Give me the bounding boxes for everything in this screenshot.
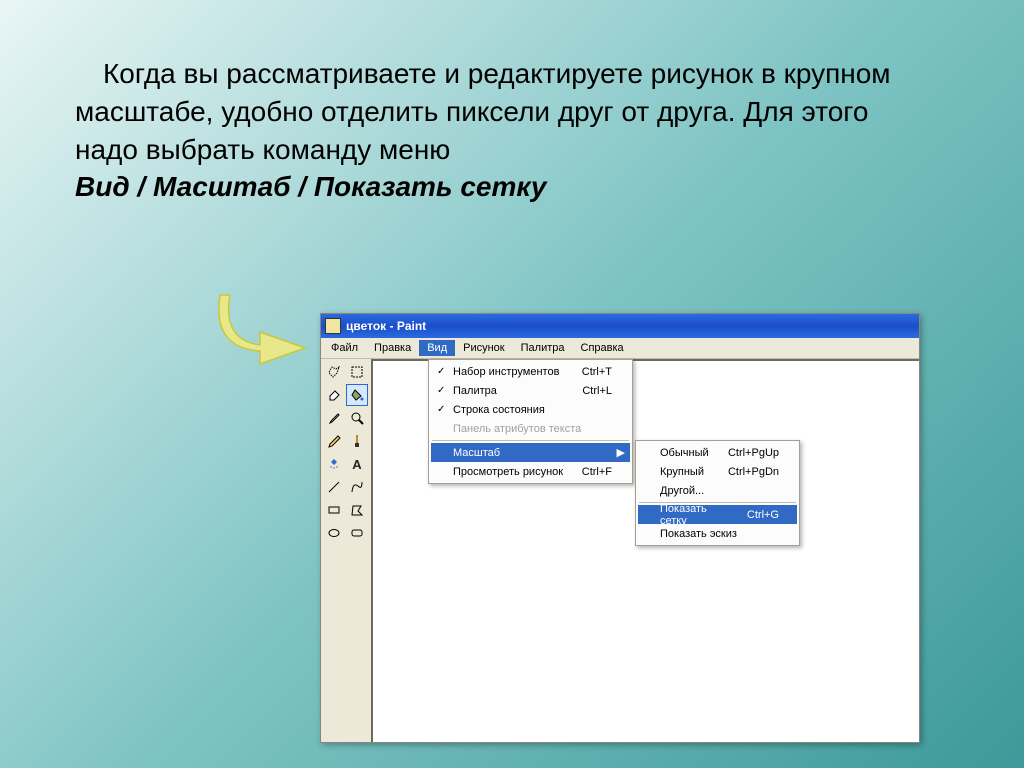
tool-line[interactable] bbox=[323, 476, 345, 498]
tool-eraser[interactable] bbox=[323, 384, 345, 406]
menu-item-zoom-large[interactable]: Крупный Ctrl+PgDn bbox=[638, 462, 797, 481]
menu-item-statusbar[interactable]: ✓ Строка состояния bbox=[431, 400, 630, 419]
menu-item-textattr: Панель атрибутов текста bbox=[431, 419, 630, 438]
menu-item-show-grid[interactable]: Показать сетку Ctrl+G bbox=[638, 505, 797, 524]
tool-airbrush[interactable] bbox=[323, 453, 345, 475]
menu-edit[interactable]: Правка bbox=[366, 340, 419, 356]
menu-help[interactable]: Справка bbox=[573, 340, 632, 356]
check-icon: ✓ bbox=[437, 404, 445, 415]
slide-paragraph: Когда вы рассматриваете и редактируете р… bbox=[75, 55, 925, 168]
tool-magnify[interactable] bbox=[346, 407, 368, 429]
tool-ellipse[interactable] bbox=[323, 522, 345, 544]
tool-freeform-select[interactable] bbox=[323, 361, 345, 383]
menu-item-palette[interactable]: ✓ Палитра Ctrl+L bbox=[431, 381, 630, 400]
menu-file[interactable]: Файл bbox=[323, 340, 366, 356]
tool-picker[interactable] bbox=[323, 407, 345, 429]
menu-item-zoom[interactable]: Масштаб ▶ bbox=[431, 443, 630, 462]
window-title: цветок - Paint bbox=[346, 319, 426, 333]
menu-image[interactable]: Рисунок bbox=[455, 340, 513, 356]
paint-window: цветок - Paint Файл Правка Вид Рисунок П… bbox=[320, 313, 920, 743]
tool-rectangle[interactable] bbox=[323, 499, 345, 521]
menu-palette[interactable]: Палитра bbox=[513, 340, 573, 356]
arrow-icon bbox=[210, 290, 320, 370]
toolbox: A bbox=[321, 359, 371, 742]
tool-rounded-rect[interactable] bbox=[346, 522, 368, 544]
tool-curve[interactable] bbox=[346, 476, 368, 498]
tool-pencil[interactable] bbox=[323, 430, 345, 452]
menu-separator bbox=[432, 440, 629, 441]
menu-item-show-thumbnail[interactable]: Показать эскиз bbox=[638, 524, 797, 543]
app-icon bbox=[325, 318, 341, 334]
menu-item-zoom-normal[interactable]: Обычный Ctrl+PgUp bbox=[638, 443, 797, 462]
tool-text[interactable]: A bbox=[346, 453, 368, 475]
menu-item-zoom-other[interactable]: Другой... bbox=[638, 481, 797, 500]
titlebar[interactable]: цветок - Paint bbox=[321, 314, 919, 338]
tool-select[interactable] bbox=[346, 361, 368, 383]
menu-item-view-bitmap[interactable]: Просмотреть рисунок Ctrl+F bbox=[431, 462, 630, 481]
tool-polygon[interactable] bbox=[346, 499, 368, 521]
check-icon: ✓ bbox=[437, 366, 445, 377]
slide-text: Когда вы рассматриваете и редактируете р… bbox=[75, 55, 925, 206]
menubar: Файл Правка Вид Рисунок Палитра Справка bbox=[321, 338, 919, 359]
menu-view[interactable]: Вид bbox=[419, 340, 455, 356]
menu-item-toolbox[interactable]: ✓ Набор инструментов Ctrl+T bbox=[431, 362, 630, 381]
check-icon: ✓ bbox=[437, 385, 445, 396]
zoom-submenu: Обычный Ctrl+PgUp Крупный Ctrl+PgDn Друг… bbox=[635, 440, 800, 546]
view-menu-dropdown: ✓ Набор инструментов Ctrl+T ✓ Палитра Ct… bbox=[428, 359, 633, 484]
tool-fill[interactable] bbox=[346, 384, 368, 406]
slide-command: Вид / Масштаб / Показать сетку bbox=[75, 168, 925, 206]
tool-brush[interactable] bbox=[346, 430, 368, 452]
submenu-arrow-icon: ▶ bbox=[617, 446, 625, 459]
